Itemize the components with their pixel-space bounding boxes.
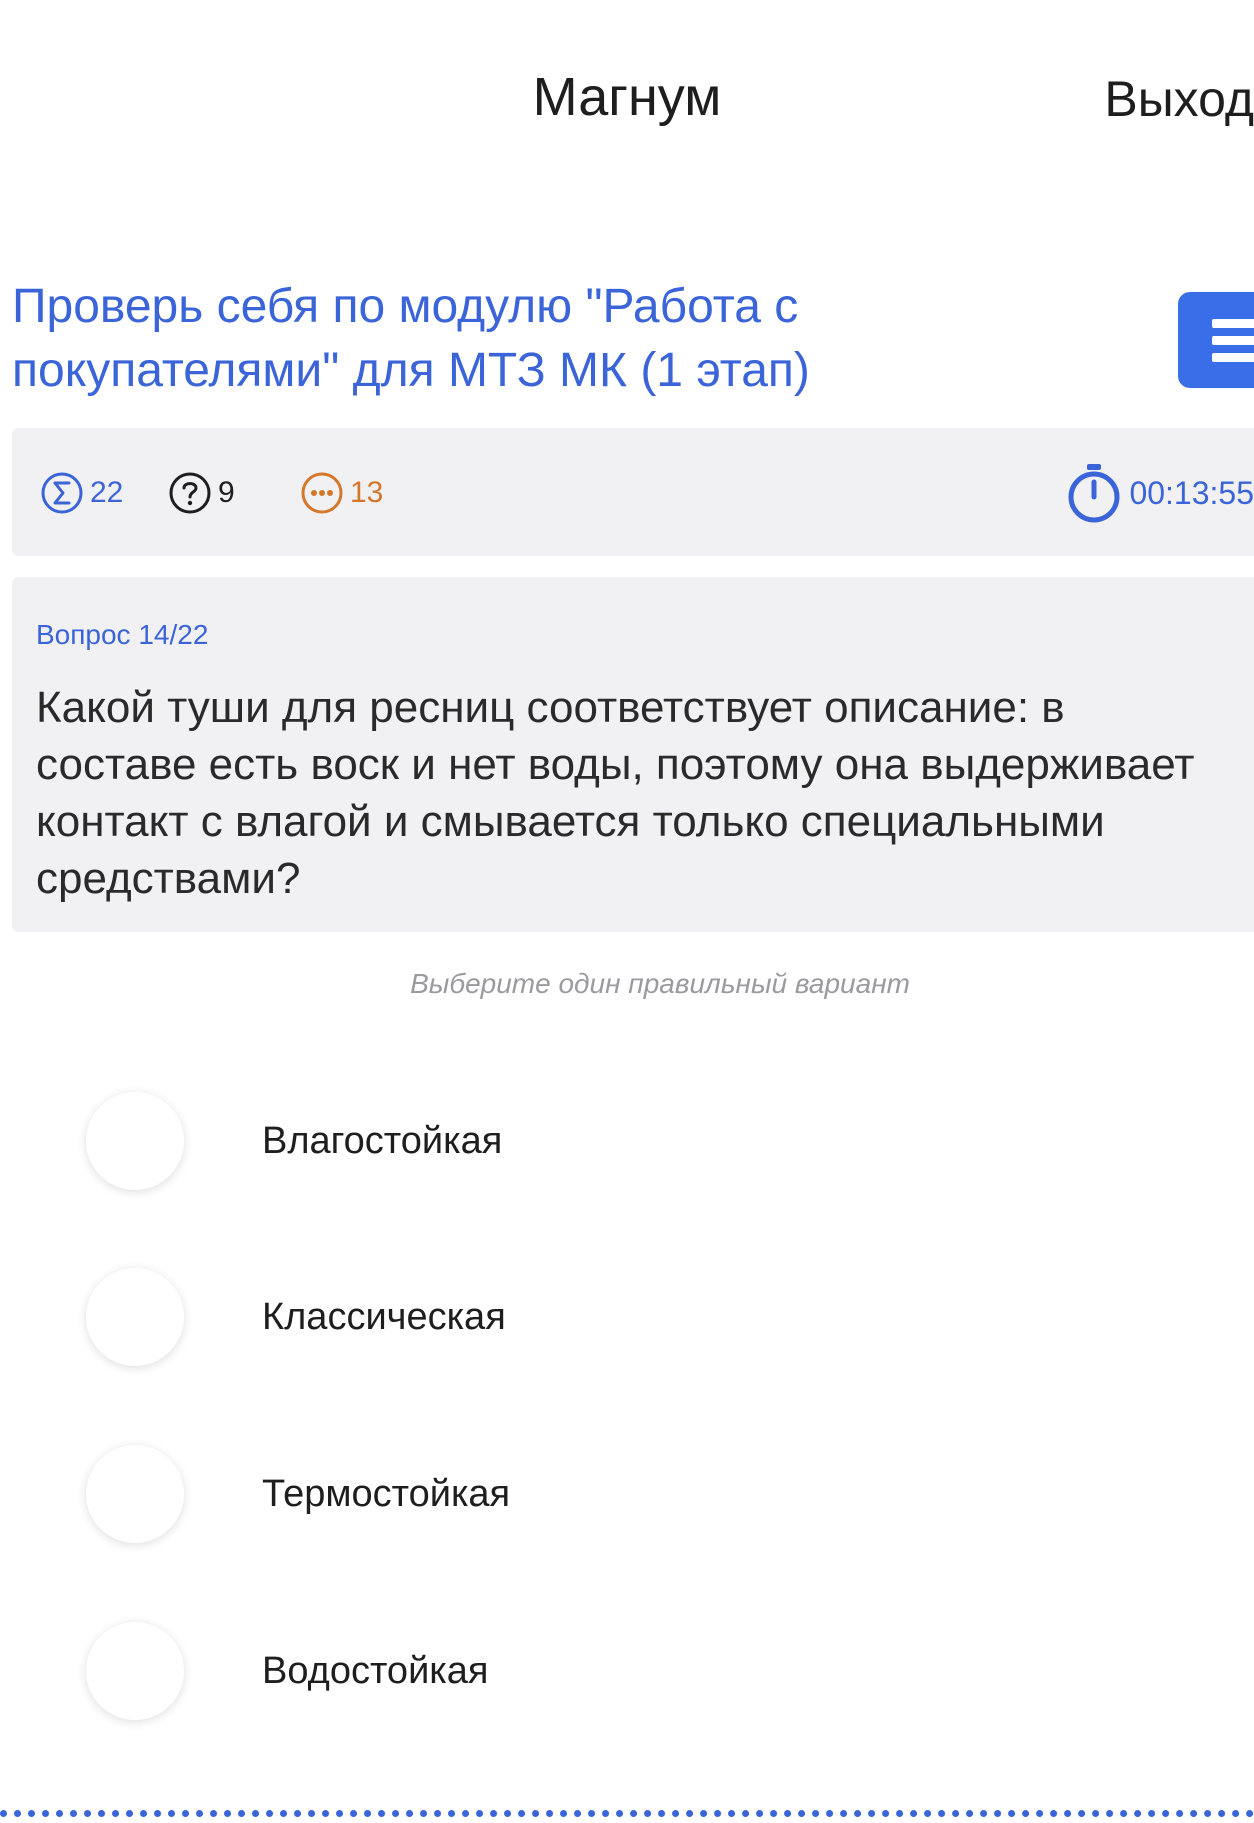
- answer-option-label: Водостойкая: [262, 1649, 489, 1692]
- dotted-divider: [0, 1810, 1254, 1817]
- answer-hint: Выберите один правильный вариант: [410, 968, 910, 999]
- radio-button[interactable]: [86, 1268, 184, 1366]
- app-title: Магнум: [532, 67, 722, 127]
- answer-option-label: Термостойкая: [262, 1472, 511, 1515]
- stat-remaining-value: 13: [350, 476, 384, 509]
- timer-value: 00:13:55: [1129, 474, 1254, 511]
- stat-remaining: 13: [300, 470, 383, 516]
- timer: 00:13:55: [1065, 462, 1254, 524]
- answer-option[interactable]: Влагостойкая: [86, 1091, 1086, 1191]
- answer-option-label: Классическая: [262, 1295, 506, 1338]
- stat-total-value: 22: [90, 476, 124, 509]
- exit-button[interactable]: Выход: [1104, 66, 1254, 132]
- answer-option[interactable]: Классическая: [86, 1267, 1086, 1367]
- menu-button[interactable]: [1178, 292, 1254, 388]
- stats-bar: 22 9 13 00:13:55: [12, 428, 1254, 556]
- radio-button[interactable]: [86, 1622, 184, 1720]
- ellipsis-circle-icon: [301, 472, 343, 514]
- test-title: Проверь себя по модулю "Работа с покупат…: [12, 280, 810, 397]
- answer-option[interactable]: Водостойкая: [86, 1621, 1086, 1721]
- radio-button[interactable]: [86, 1445, 184, 1543]
- question-card: Вопрос 14/22 Какой туши для ресниц соотв…: [12, 577, 1254, 932]
- answer-option[interactable]: Термостойкая: [86, 1444, 1086, 1544]
- stat-unanswered: 9: [168, 470, 235, 516]
- radio-button[interactable]: [86, 1092, 184, 1190]
- stopwatch-icon: [1068, 464, 1120, 523]
- question-number: Вопрос 14/22: [36, 619, 209, 650]
- stat-total: 22: [40, 470, 123, 516]
- question-text: Какой туши для ресниц соответствует опис…: [36, 683, 1195, 903]
- question-circle-icon: [169, 472, 211, 514]
- sigma-icon: [41, 472, 83, 514]
- stat-unanswered-value: 9: [218, 476, 235, 509]
- answer-option-label: Влагостойкая: [262, 1119, 503, 1162]
